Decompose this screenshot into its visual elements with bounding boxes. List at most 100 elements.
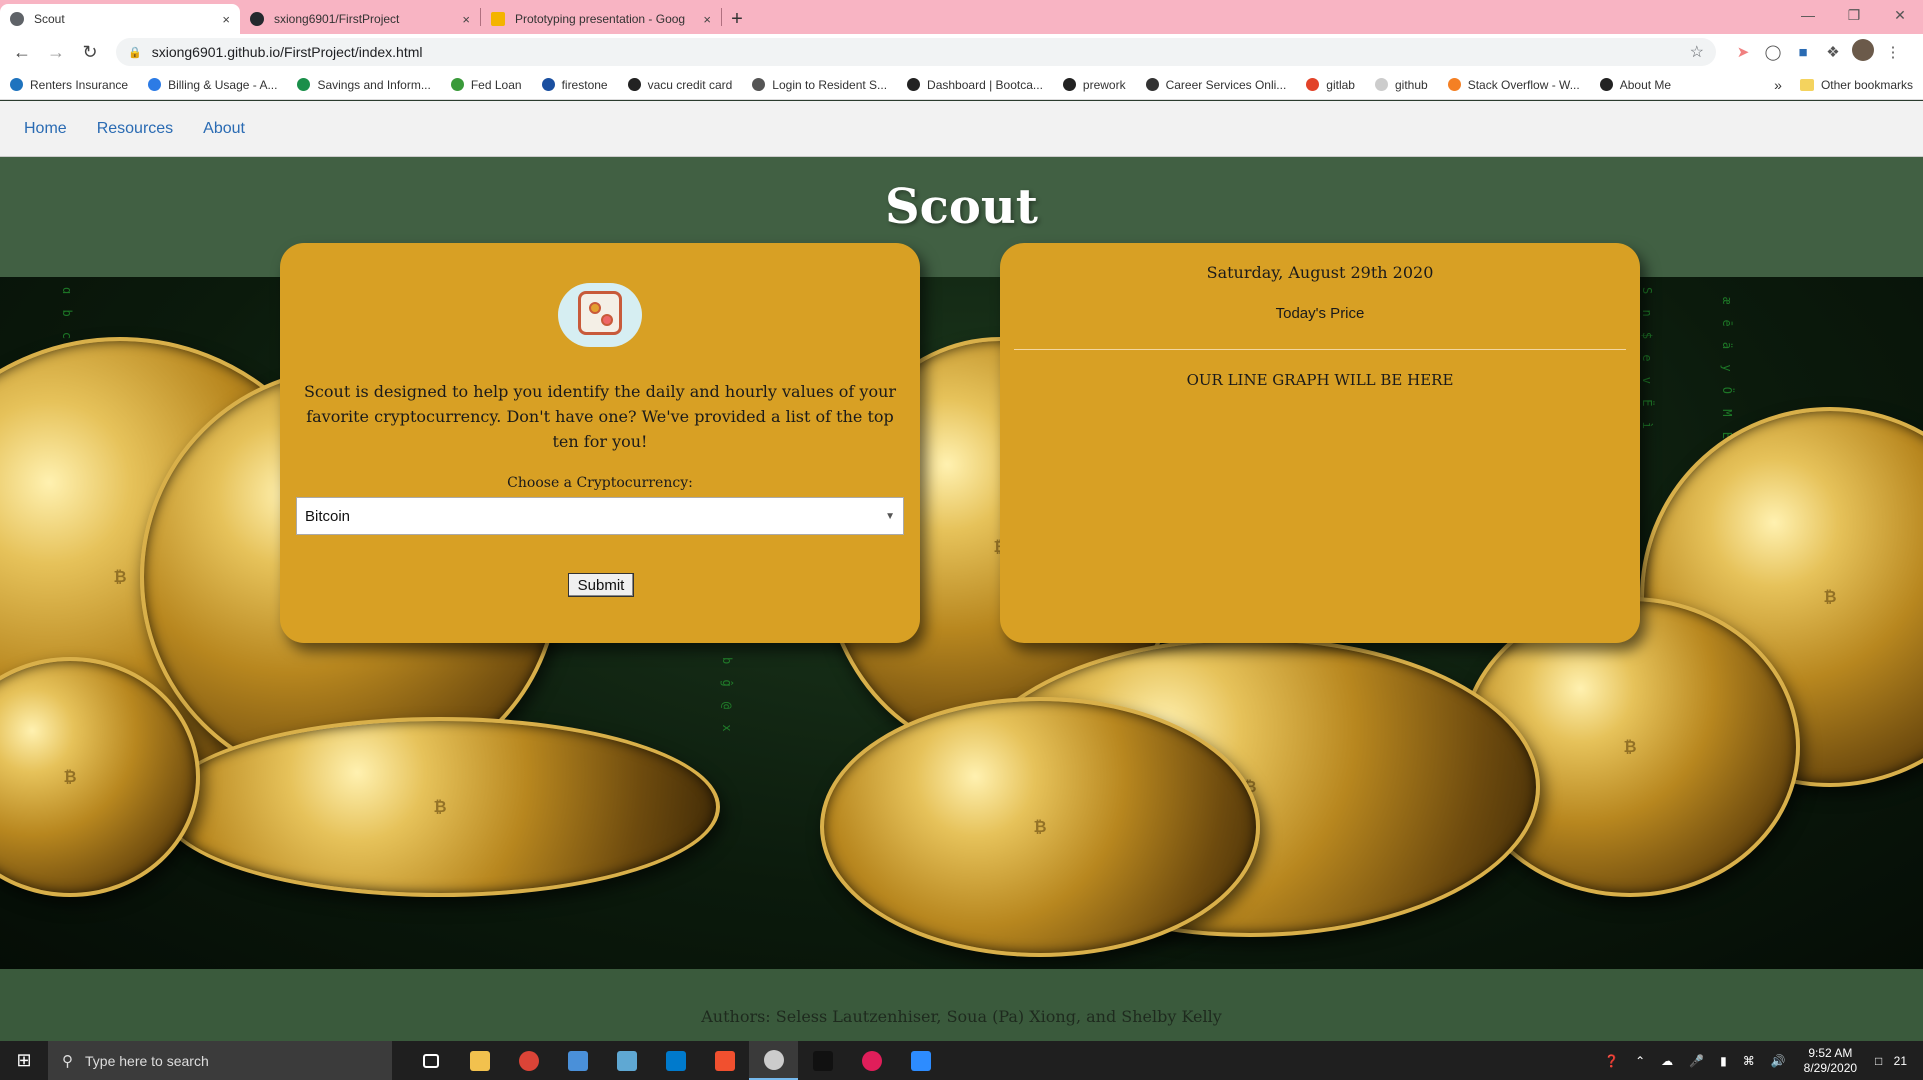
bookmark-item[interactable]: Renters Insurance [10,78,128,92]
bookmark-item[interactable]: Login to Resident S... [752,78,887,92]
site-navbar: Home Resources About [0,101,1923,157]
close-tab-icon[interactable]: × [703,12,711,27]
nav-link-about[interactable]: About [203,120,245,138]
bookmark-item[interactable]: github [1374,78,1428,92]
bookmarks-bar: Renters Insurance Billing & Usage - A... S… [0,70,1923,100]
bookmark-favicon-icon [450,78,464,91]
chrome-taskbar-icon[interactable] [504,1041,553,1080]
bookmark-item[interactable]: Billing & Usage - A... [148,78,277,92]
bookmark-star-icon[interactable]: ☆ [1690,42,1704,62]
new-tab-button[interactable]: + [722,4,752,34]
bookmark-favicon-icon [1306,78,1320,91]
terminal-taskbar-icon[interactable] [798,1041,847,1080]
submit-button[interactable]: Submit [568,573,634,597]
nav-link-resources[interactable]: Resources [97,120,173,138]
scout-logo-icon [558,275,642,347]
bookmark-favicon-icon [752,78,766,91]
taskbar-search[interactable]: ⚲ Type here to search [48,1041,392,1080]
notifications-icon[interactable]: □ 21 [1875,1054,1915,1068]
bookmarks-overflow-chevron-icon[interactable]: » [1774,77,1782,93]
bookmark-favicon-icon [10,78,23,91]
bookmark-item[interactable]: About Me [1599,78,1671,92]
microphone-icon[interactable]: 🎤 [1689,1054,1704,1068]
bookmark-label: Dashboard | Bootca... [927,77,1043,92]
dropdown-arrow-icon: ▼ [885,510,895,522]
windows-start-icon[interactable]: ⊞ [0,1041,48,1080]
crypto-select-value: Bitcoin [305,507,351,525]
address-bar[interactable]: 🔒 sxiong6901.github.io/FirstProject/inde… [116,38,1716,66]
bookmark-item[interactable]: gitlab [1306,78,1355,92]
minimize-icon[interactable]: — [1785,0,1831,30]
page-footer: Authors: Seless Lautzenhiser, Soua (Pa) … [0,969,1923,1041]
volume-icon[interactable]: 🔊 [1771,1054,1786,1068]
tab-scout[interactable]: Scout × [0,4,240,34]
calculator-taskbar-icon[interactable] [553,1041,602,1080]
bookmark-item[interactable]: Stack Overflow - W... [1447,78,1580,92]
puzzle-icon[interactable]: ❖ [1818,43,1848,61]
app-description: Scout is designed to help you identify t… [303,382,897,451]
taskbar-search-placeholder: Type here to search [85,1052,209,1069]
help-icon[interactable]: ❓ [1604,1054,1619,1068]
bookmark-label: Renters Insurance [30,77,129,92]
file-explorer-taskbar-icon[interactable] [455,1041,504,1080]
bookmark-favicon-icon [1062,78,1076,91]
more-menu-icon[interactable]: ⋮ [1878,43,1908,61]
close-tab-icon[interactable]: × [222,12,230,27]
vscode-icon [665,1050,686,1071]
search-icon: ⚲ [62,1052,73,1070]
back-arrow-icon[interactable]: ← [8,38,36,66]
vscode-taskbar-icon[interactable] [651,1041,700,1080]
avatar[interactable] [1848,39,1878,65]
extension-circle-icon[interactable]: ◯ [1758,43,1788,61]
slack-taskbar-icon[interactable] [847,1041,896,1080]
nav-link-home[interactable]: Home [24,120,67,138]
zoom-taskbar-icon[interactable] [896,1041,945,1080]
tab-strip: Scout × sxiong6901/FirstProject × Protot… [0,0,1923,34]
tab-slides[interactable]: Prototyping presentation - Goog × [481,4,721,34]
bookmark-item[interactable]: Career Services Onli... [1145,78,1286,92]
task-view-icon [422,1053,439,1068]
crypto-select[interactable]: Bitcoin ▼ [296,497,904,535]
git-icon [714,1050,735,1071]
extension-badge-icon[interactable]: ■ [1788,44,1818,61]
chevron-up-icon[interactable]: ⌃ [1635,1054,1645,1068]
wifi-icon[interactable]: ⌘ [1743,1054,1755,1068]
bookmark-item[interactable]: Savings and Inform... [297,78,431,92]
browser-toolbar: ← → ↻ 🔒 sxiong6901.github.io/FirstProjec… [0,34,1923,70]
close-window-icon[interactable]: ✕ [1877,0,1923,30]
cast-icon[interactable]: ➤ [1728,43,1758,61]
tab-github[interactable]: sxiong6901/FirstProject × [240,4,480,34]
bookmark-label: prework [1082,77,1126,92]
bookmark-favicon-icon [1145,78,1159,91]
battery-icon[interactable]: ▮ [1720,1054,1727,1068]
taskbar-apps [406,1041,945,1080]
restore-icon[interactable]: ❐ [1831,0,1877,30]
bookmark-item[interactable]: vacu credit card [627,78,732,92]
other-bookmarks[interactable]: Other bookmarks [1821,78,1913,92]
window-controls: — ❐ ✕ [1785,0,1923,30]
bookmark-item[interactable]: firestone [541,78,608,92]
photos-taskbar-icon[interactable] [749,1041,798,1080]
reload-icon[interactable]: ↻ [76,38,104,66]
folder-icon [1799,78,1814,91]
bookmark-favicon-icon [1599,78,1613,91]
task-view-taskbar-icon[interactable] [406,1041,455,1080]
notepad-icon [616,1050,637,1071]
bookmark-label: Login to Resident S... [772,77,888,92]
bookmark-favicon-icon [1447,78,1461,91]
git-taskbar-icon[interactable] [700,1041,749,1080]
page-title: Scout [885,179,1038,235]
web-page: Home Resources About Scout ɑ b c ð ĝ h ï… [0,101,1923,1041]
bookmark-item[interactable]: prework [1062,77,1126,92]
extensions-area: ➤ ◯ ■ ❖ ⋮ [1728,39,1908,65]
notepad-taskbar-icon[interactable] [602,1041,651,1080]
line-graph-placeholder: OUR LINE GRAPH WILL BE HERE [1186,371,1454,389]
forward-arrow-icon[interactable]: → [42,38,70,66]
bookmark-item[interactable]: Fed Loan [450,78,522,92]
matrix-text-decoration: b ĝ @ x [720,657,734,736]
tab-title: Scout [34,12,65,26]
taskbar-clock[interactable]: 9:52 AM 8/29/2020 [1804,1046,1857,1076]
close-tab-icon[interactable]: × [462,12,470,27]
bookmark-item[interactable]: Dashboard | Bootca... [907,78,1043,92]
onedrive-icon[interactable]: ☁ [1661,1054,1673,1068]
